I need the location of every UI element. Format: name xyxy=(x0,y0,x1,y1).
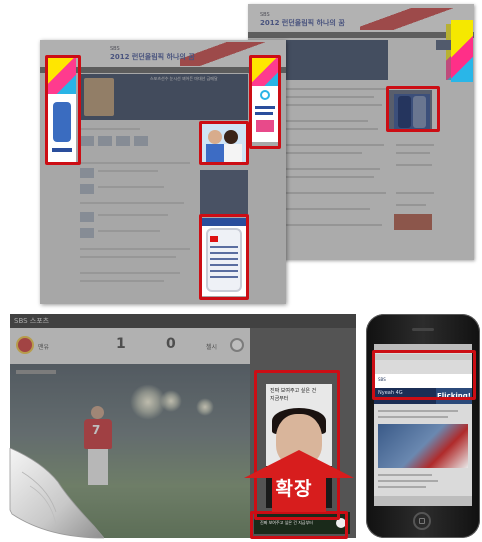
article-line[interactable] xyxy=(378,486,426,488)
article-line[interactable] xyxy=(378,410,458,412)
article-line[interactable] xyxy=(98,230,160,232)
hero-caption[interactable]: 스포츠선수 눈시선 꾀어든 마대선 금메달 xyxy=(150,76,218,82)
team-a-crest-icon xyxy=(16,336,34,354)
article-line[interactable] xyxy=(80,256,176,258)
site-logo[interactable]: 2012 런던올림픽 하나의 꿈 xyxy=(260,18,345,28)
highlight-photo-ad xyxy=(199,121,249,165)
top-nav[interactable] xyxy=(248,32,474,38)
expand-label: 확장 xyxy=(275,478,313,500)
article-line[interactable] xyxy=(278,96,374,98)
highlight-phone-ad xyxy=(386,86,440,132)
highlight-left-ad xyxy=(45,55,81,165)
smartphone: SBS Nyeah 4G Flicking! xyxy=(366,314,480,538)
article-line[interactable] xyxy=(278,104,382,106)
site-logo[interactable]: 2012 런던올림픽 하나의 꿈 xyxy=(110,52,195,62)
page-peel-corner[interactable] xyxy=(8,448,104,540)
article-thumb[interactable] xyxy=(80,168,94,178)
highlight-medal-ad xyxy=(199,214,249,300)
news-photo[interactable] xyxy=(378,424,468,468)
article-line[interactable] xyxy=(80,248,190,250)
article-line[interactable] xyxy=(80,272,180,274)
medal-table-panel xyxy=(200,170,248,214)
article-line[interactable] xyxy=(278,128,378,130)
article-thumb[interactable] xyxy=(80,136,94,146)
article-line[interactable] xyxy=(278,168,380,170)
stadium-light xyxy=(196,398,214,416)
article-thumb[interactable] xyxy=(116,136,130,146)
article-line[interactable] xyxy=(378,474,432,476)
article-line[interactable] xyxy=(80,162,190,164)
article-line[interactable] xyxy=(278,120,368,122)
article-thumb[interactable] xyxy=(98,136,112,146)
side-ad-bright[interactable] xyxy=(451,20,473,82)
team-b-score: 0 xyxy=(166,336,176,352)
article-line[interactable] xyxy=(278,192,386,194)
article-thumb[interactable] xyxy=(134,136,148,146)
article-thumb[interactable] xyxy=(80,228,94,238)
sports-brand[interactable]: SBS 스포츠 xyxy=(14,316,49,326)
article-line[interactable] xyxy=(80,202,184,204)
speaker-grille xyxy=(412,328,434,331)
article-line[interactable] xyxy=(278,152,362,154)
highlight-ad-strip xyxy=(250,511,348,539)
article-line[interactable] xyxy=(378,480,438,482)
stadium-light xyxy=(160,390,182,412)
article-line[interactable] xyxy=(278,208,370,210)
home-square-icon xyxy=(419,518,425,524)
team-b-crest-icon xyxy=(230,338,244,352)
promo-thumbnail[interactable] xyxy=(394,214,432,230)
sidebar-line[interactable] xyxy=(396,204,426,206)
article-line[interactable] xyxy=(278,88,386,90)
team-a-score: 1 xyxy=(116,336,126,352)
sidebar-line[interactable] xyxy=(396,144,434,146)
article-thumb[interactable] xyxy=(80,184,94,194)
sidebar-line[interactable] xyxy=(396,152,430,154)
athlete-photo xyxy=(84,78,114,116)
highlight-right-ad xyxy=(249,55,281,149)
article-line[interactable] xyxy=(378,416,448,418)
article-line[interactable] xyxy=(98,214,168,216)
highlight-phone-banner xyxy=(372,350,476,400)
article-thumb[interactable] xyxy=(80,212,94,222)
team-a-name: 맨유 xyxy=(38,344,50,351)
team-b-name: 첼시 xyxy=(206,344,218,351)
player-number: 7 xyxy=(92,423,101,437)
article-line[interactable] xyxy=(98,186,164,188)
article-line[interactable] xyxy=(278,224,382,226)
article-line[interactable] xyxy=(278,176,374,178)
article-line[interactable] xyxy=(98,170,158,172)
article-line[interactable] xyxy=(80,128,140,130)
video-topbar xyxy=(10,314,356,328)
player-controls[interactable] xyxy=(16,370,56,374)
sidebar-line[interactable] xyxy=(396,164,432,166)
article-line[interactable] xyxy=(80,280,164,282)
hero-image[interactable] xyxy=(278,40,388,80)
article-line[interactable] xyxy=(278,144,384,146)
sidebar-line[interactable] xyxy=(396,192,434,194)
browser-toolbar[interactable] xyxy=(374,496,472,506)
